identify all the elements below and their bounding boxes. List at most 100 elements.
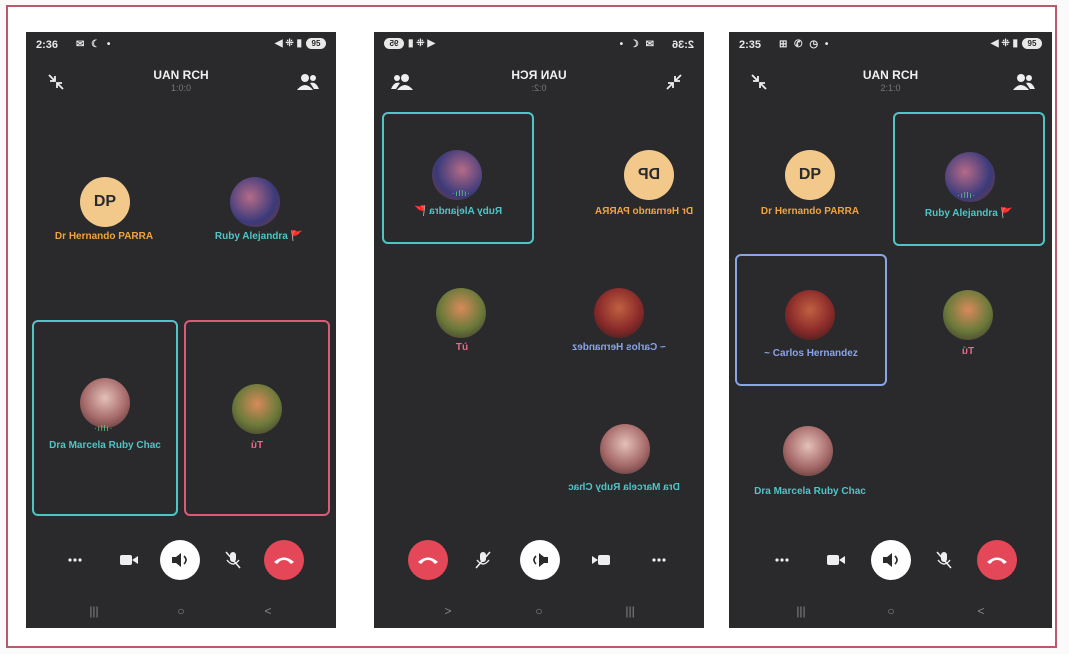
avatar-hernando: DP	[624, 150, 674, 200]
status-time: 2:36	[36, 39, 59, 51]
participants-icon[interactable]	[296, 72, 320, 92]
back-button[interactable]: <	[438, 602, 458, 620]
status-right: ◀ ⁜ ▮ 95	[384, 38, 435, 49]
tile-ruby[interactable]: ·ıllı· Ruby Alejandra 🚩	[893, 112, 1045, 246]
participant-name-marcela: Dra Marcela Ruby Chac	[49, 440, 161, 451]
status-right: ◀ ⁜ ▮ 95	[275, 38, 326, 49]
battery-icon: 95	[384, 38, 404, 49]
mute-button[interactable]	[220, 540, 246, 580]
avatar-marcela	[80, 378, 130, 428]
phone-screen-3: 2:35 ⊞ ✆ ◷ • ◀ ⁜ ▮ 95 UAN RCH 2:1:0 DP D…	[729, 32, 1052, 628]
participant-name-hernando: Dr Hernando PARRA	[594, 206, 694, 217]
participant-name-tu: Tú	[961, 346, 975, 357]
video-button[interactable]	[116, 540, 142, 580]
recent-apps-button[interactable]: |||	[620, 602, 640, 620]
call-subtitle: 1:0:0	[170, 83, 192, 93]
tile-tu[interactable]: Tú	[184, 320, 330, 516]
recent-apps-button[interactable]: |||	[791, 602, 811, 620]
more-icon	[652, 558, 666, 562]
call-subtitle: 0:2:	[531, 83, 547, 93]
avatar-carlos	[594, 288, 644, 338]
battery-icon: 95	[1022, 38, 1042, 49]
mute-button[interactable]	[470, 540, 496, 580]
speaker-button[interactable]	[871, 540, 911, 580]
call-controls	[729, 540, 1052, 580]
participant-name-hernando: Dr Hernando PARRA	[760, 206, 860, 217]
avatar-tu	[436, 288, 486, 338]
status-icons: ✉ ☾ •	[617, 39, 654, 50]
participant-name-marcela: Dra Marcela Ruby Chac	[568, 482, 680, 493]
mute-button[interactable]	[931, 540, 957, 580]
participants-icon[interactable]	[1012, 72, 1036, 92]
participant-name-hernando: Dr Hernando PARRA	[54, 231, 154, 242]
call-controls	[374, 540, 704, 580]
more-button[interactable]	[62, 540, 88, 580]
avatar-marcela	[600, 424, 650, 474]
video-camera-icon	[120, 555, 138, 565]
avatar-tu	[232, 384, 282, 434]
video-button[interactable]	[823, 540, 849, 580]
signal-icon: ◀ ⁜ ▮	[274, 38, 302, 49]
signal-icon: ◀ ⁜ ▮	[990, 38, 1018, 49]
audio-level-icon: ·ıllı·	[450, 189, 470, 198]
mic-off-icon	[936, 551, 952, 569]
participant-name-ruby: Ruby Alejandra 🚩	[924, 208, 1014, 219]
mic-off-icon	[225, 551, 241, 569]
participant-name-tu: Tú	[250, 440, 264, 451]
end-call-icon	[418, 557, 438, 564]
call-controls	[26, 540, 336, 580]
video-camera-icon	[592, 555, 610, 565]
more-icon	[68, 558, 82, 562]
speaker-button[interactable]	[160, 540, 200, 580]
end-call-button[interactable]	[977, 540, 1017, 580]
avatar-ruby	[230, 177, 280, 227]
android-nav-bar: ||| ○ <	[26, 602, 336, 620]
participant-name-ruby: Ruby Alejandra 🚩	[413, 206, 503, 217]
audio-level-icon: ·ıllı·	[957, 191, 977, 200]
more-button[interactable]	[646, 540, 672, 580]
status-right: ◀ ⁜ ▮ 95	[991, 38, 1042, 49]
call-subtitle: 2:1:0	[880, 83, 901, 93]
status-time: 2:36	[671, 39, 694, 51]
avatar-hernando: DP	[785, 150, 835, 200]
more-button[interactable]	[769, 540, 795, 580]
tile-marcela[interactable]: ·ıllı· Dra Marcela Ruby Chac	[32, 320, 178, 516]
call-title: UAN RCH	[862, 68, 919, 82]
participants-icon[interactable]	[390, 72, 414, 92]
back-button[interactable]: <	[971, 602, 991, 620]
end-call-button[interactable]	[408, 540, 448, 580]
call-title: UAN RCH	[153, 68, 209, 82]
speaker-button[interactable]	[520, 540, 560, 580]
home-button[interactable]: ○	[881, 602, 901, 620]
status-icons: ✉ ☾ •	[76, 39, 113, 50]
back-button[interactable]: <	[258, 602, 278, 620]
participant-name-carlos: ~ Carlos Hernandez	[572, 342, 666, 353]
speaker-icon	[172, 553, 187, 567]
participant-name-ruby: Ruby Alejandra 🚩	[214, 231, 304, 242]
video-button[interactable]	[588, 540, 614, 580]
tile-ruby[interactable]: ·ıllı· Ruby Alejandra 🚩	[382, 112, 534, 244]
participant-name-carlos: ~ Carlos Hernandez	[764, 348, 858, 359]
home-button[interactable]: ○	[529, 602, 549, 620]
status-bar: 2:36 ✉ ☾ • ◀ ⁜ ▮ 95	[384, 38, 694, 54]
participant-name-marcela: Dra Marcela Ruby Chac	[754, 486, 866, 497]
more-icon	[775, 558, 789, 562]
mic-off-icon	[475, 551, 491, 569]
participant-name-tu: Tú	[455, 342, 469, 353]
status-bar: 2:35 ⊞ ✆ ◷ • ◀ ⁜ ▮ 95	[739, 38, 1042, 54]
end-call-icon	[274, 557, 294, 564]
battery-icon: 95	[306, 38, 326, 49]
avatar-carlos	[785, 290, 835, 340]
avatar-hernando: DP	[80, 177, 130, 227]
speaker-icon	[883, 553, 898, 567]
status-icons: ⊞ ✆ ◷ •	[779, 39, 831, 50]
phone-screen-2: 2:36 ✉ ☾ • ◀ ⁜ ▮ 95 UAN RCH 0:2: DP Dr H…	[374, 32, 704, 628]
phone-screen-1: 2:36 ✉ ☾ • ◀ ⁜ ▮ 95 UAN RCH 1:0:0 DP Dr …	[26, 32, 336, 628]
home-button[interactable]: ○	[171, 602, 191, 620]
recent-apps-button[interactable]: |||	[84, 602, 104, 620]
tile-carlos[interactable]: ~ Carlos Hernandez	[735, 254, 887, 386]
speaker-icon	[533, 553, 548, 567]
android-nav-bar: ||| ○ <	[374, 602, 704, 620]
end-call-button[interactable]	[264, 540, 304, 580]
audio-level-icon: ·ıllı·	[94, 424, 114, 433]
